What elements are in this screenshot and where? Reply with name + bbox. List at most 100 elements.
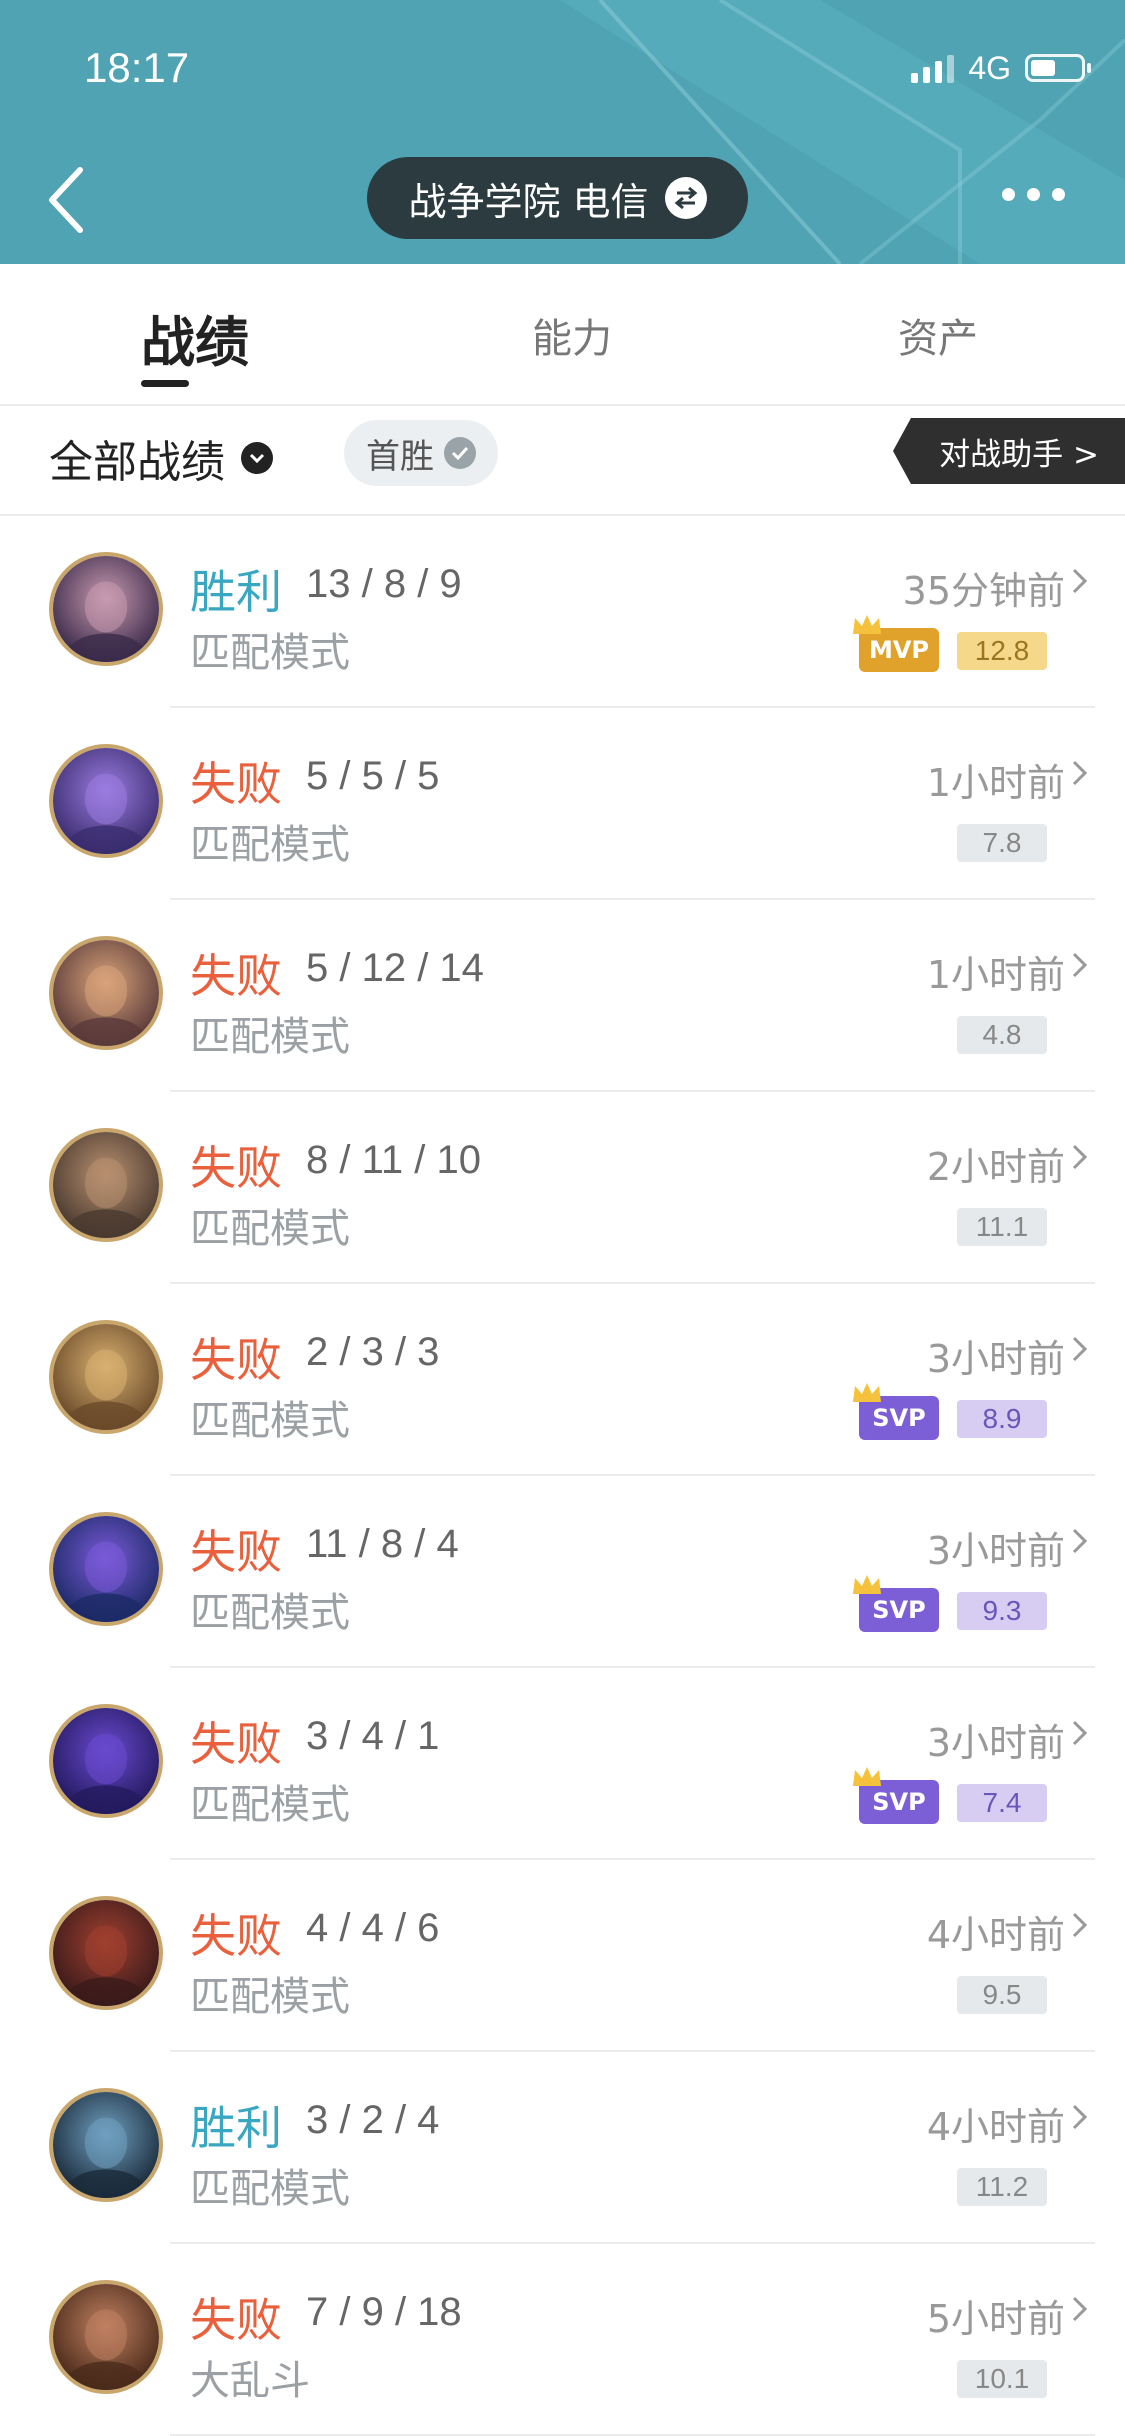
match-time: 1小时前 (926, 761, 1065, 805)
match-kda: 8 / 11 / 10 (306, 1138, 481, 1182)
match-kda: 3 / 2 / 4 (306, 2098, 440, 2142)
match-time: 1小时前 (926, 953, 1065, 997)
badge-label: SVP (872, 1404, 926, 1432)
top-header: 18:17 4G 战争学院 电信 (0, 0, 1125, 264)
champion-avatar (49, 1512, 163, 1626)
match-result: 失败 (190, 949, 282, 1003)
match-result: 失败 (190, 2293, 282, 2347)
champion-avatar (49, 1896, 163, 2010)
match-result: 失败 (190, 1333, 282, 1387)
champion-avatar (49, 2280, 163, 2394)
svp-badge: SVP (853, 1575, 939, 1632)
match-score: 11.2 (957, 2168, 1047, 2206)
svp-badge: SVP (853, 1767, 939, 1824)
match-score: 7.8 (957, 824, 1047, 862)
match-time: 5小时前 (926, 2297, 1065, 2341)
match-score: 12.8 (957, 632, 1047, 670)
svp-badge: SVP (853, 1383, 939, 1440)
match-time: 3小时前 (926, 1721, 1065, 1765)
match-kda: 3 / 4 / 1 (306, 1714, 440, 1758)
match-kda: 11 / 8 / 4 (306, 1522, 459, 1566)
chevron-down-icon (241, 442, 273, 474)
chevron-right-icon (1072, 1912, 1088, 1938)
champion-avatar (49, 552, 163, 666)
filter-bar: 全部战绩 首胜 对战助手 > (0, 406, 1125, 516)
all-records-dropdown[interactable]: 全部战绩 (49, 426, 273, 490)
all-records-label: 全部战绩 (49, 437, 225, 488)
match-mode: 匹配模式 (190, 1206, 350, 1252)
match-score: 9.5 (957, 1976, 1047, 2014)
match-row[interactable]: 失败 7 / 9 / 18 大乱斗 5小时前 10.1 (0, 2244, 1125, 2436)
match-kda: 7 / 9 / 18 (306, 2290, 462, 2334)
network-type: 4G (968, 49, 1011, 86)
champion-avatar (49, 936, 163, 1050)
first-win-label: 首胜 (366, 436, 434, 477)
match-kda: 2 / 3 / 3 (306, 1330, 440, 1374)
match-mode: 匹配模式 (190, 630, 350, 676)
match-time: 3小时前 (926, 1529, 1065, 1573)
match-kda: 4 / 4 / 6 (306, 1906, 440, 1950)
match-row[interactable]: 胜利 3 / 2 / 4 匹配模式 4小时前 11.2 (0, 2052, 1125, 2244)
match-time: 4小时前 (926, 1913, 1065, 1957)
match-result: 失败 (190, 757, 282, 811)
battle-assistant-button[interactable]: 对战助手 > (893, 418, 1125, 484)
battery-icon (1025, 54, 1091, 82)
badge-label: SVP (872, 1596, 926, 1624)
crown-icon (853, 1767, 881, 1786)
tab-assets[interactable]: 资产 (898, 306, 978, 364)
status-indicators: 4G (911, 48, 1091, 88)
server-switch-button[interactable]: 战争学院 电信 (367, 157, 748, 239)
back-button[interactable] (40, 160, 100, 240)
match-row[interactable]: 失败 4 / 4 / 6 匹配模式 4小时前 9.5 (0, 1860, 1125, 2052)
match-score: 7.4 (957, 1784, 1047, 1822)
tab-ability[interactable]: 能力 (532, 306, 612, 364)
champion-avatar (49, 2088, 163, 2202)
match-result: 失败 (190, 1141, 282, 1195)
chevron-right-icon (1072, 1336, 1088, 1362)
match-list: 胜利 13 / 8 / 9 匹配模式 35分钟前 MVP 12.8 失败 5 /… (0, 516, 1125, 2436)
crown-icon (853, 1575, 881, 1594)
match-result: 胜利 (190, 565, 282, 619)
match-mode: 匹配模式 (190, 1590, 350, 1636)
match-mode: 匹配模式 (190, 1014, 350, 1060)
chevron-right-icon (1072, 2296, 1088, 2322)
match-row[interactable]: 失败 2 / 3 / 3 匹配模式 3小时前 SVP 8.9 (0, 1284, 1125, 1476)
first-win-filter[interactable]: 首胜 (344, 420, 498, 486)
match-mode: 匹配模式 (190, 822, 350, 868)
match-row[interactable]: 失败 5 / 5 / 5 匹配模式 1小时前 7.8 (0, 708, 1125, 900)
chevron-right-icon (1072, 2104, 1088, 2130)
mvp-badge: MVP (853, 615, 939, 672)
match-time: 3小时前 (926, 1337, 1065, 1381)
match-result: 失败 (190, 1717, 282, 1771)
match-score: 4.8 (957, 1016, 1047, 1054)
match-kda: 5 / 12 / 14 (306, 946, 484, 990)
match-row[interactable]: 胜利 13 / 8 / 9 匹配模式 35分钟前 MVP 12.8 (0, 516, 1125, 708)
crown-icon (853, 615, 881, 634)
match-row[interactable]: 失败 8 / 11 / 10 匹配模式 2小时前 11.1 (0, 1092, 1125, 1284)
champion-avatar (49, 1128, 163, 1242)
tab-active-indicator (141, 380, 189, 387)
match-score: 11.1 (957, 1208, 1047, 1246)
match-mode: 匹配模式 (190, 1398, 350, 1444)
match-row[interactable]: 失败 11 / 8 / 4 匹配模式 3小时前 SVP 9.3 (0, 1476, 1125, 1668)
match-time: 2小时前 (926, 1145, 1065, 1189)
badge-label: SVP (872, 1788, 926, 1816)
match-score: 8.9 (957, 1400, 1047, 1438)
chevron-left-icon (49, 167, 83, 233)
match-kda: 5 / 5 / 5 (306, 754, 440, 798)
server-name: 战争学院 电信 (408, 179, 649, 224)
match-score: 10.1 (957, 2360, 1047, 2398)
match-kda: 13 / 8 / 9 (306, 562, 462, 606)
check-icon (444, 437, 476, 469)
chevron-right-icon (1072, 1720, 1088, 1746)
match-row[interactable]: 失败 5 / 12 / 14 匹配模式 1小时前 4.8 (0, 900, 1125, 1092)
match-mode: 大乱斗 (190, 2358, 310, 2404)
match-score: 9.3 (957, 1592, 1047, 1630)
match-row[interactable]: 失败 3 / 4 / 1 匹配模式 3小时前 SVP 7.4 (0, 1668, 1125, 1860)
match-mode: 匹配模式 (190, 2166, 350, 2212)
signal-icon (911, 53, 955, 83)
tab-record[interactable]: 战绩 (141, 298, 249, 377)
chevron-right-icon (1072, 568, 1088, 594)
badge-label: MVP (868, 636, 930, 664)
more-options-icon[interactable] (1002, 188, 1065, 201)
